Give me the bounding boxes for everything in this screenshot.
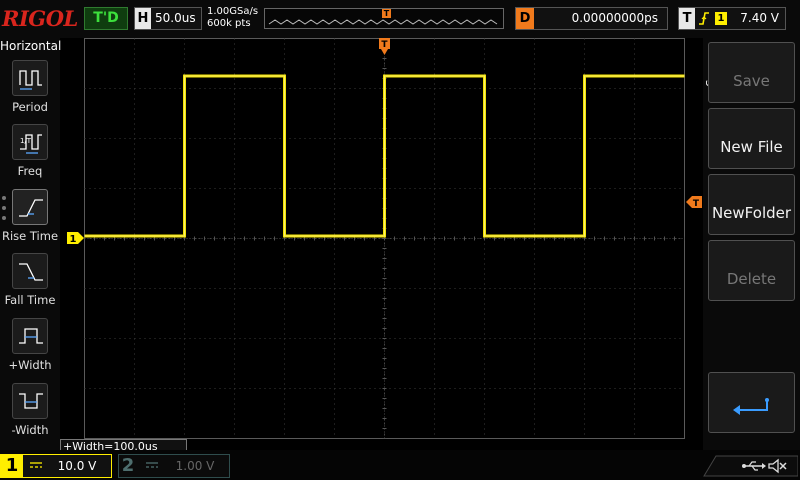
trigger-source-badge: 1 (715, 12, 727, 25)
rigol-logo: RIGOL (2, 6, 78, 31)
delete-button[interactable]: Delete (708, 240, 795, 301)
save-menu: Save Save New File NewFolder Delete (703, 38, 800, 450)
freq-icon-box: 1/T (12, 124, 48, 160)
dc-coupling-icon (146, 462, 158, 468)
measure-negative-width-label: -Width (11, 423, 49, 437)
system-status-icons (703, 455, 798, 477)
fall-time-icon (19, 263, 43, 281)
trigger-position-marker[interactable]: T (379, 38, 390, 56)
rising-edge-trigger-icon (699, 12, 709, 25)
trigger-setting-box[interactable]: T 1 7.40 V (678, 7, 786, 30)
measure-fall-time-label: Fall Time (4, 293, 56, 307)
measure-period-label: Period (12, 100, 48, 114)
top-status-bar: RIGOL T'D H 50.0us 1.00GSa/s 600k pts T … (0, 0, 800, 38)
delay-value: 0.00000000ps (571, 11, 658, 25)
enter-icon (733, 398, 769, 415)
ch1-scale: 10.0 V (57, 459, 97, 473)
ch2-tab[interactable]: 2 1.00 V (118, 454, 230, 478)
measure-freq-label: Freq (17, 164, 43, 178)
measure-positive-width-button[interactable]: +Width (0, 314, 60, 378)
menu-page-indicator (2, 196, 7, 226)
negative-width-icon (19, 393, 43, 409)
timebase-value: 50.0us (155, 11, 196, 25)
ch2-scale: 1.00 V (175, 459, 215, 473)
measure-freq-button[interactable]: 1/T Freq (0, 120, 60, 184)
positive-width-icon (19, 328, 43, 344)
trigger-level-marker-label: T (693, 199, 700, 208)
new-folder-button-label: NewFolder (711, 204, 792, 222)
measure-rise-time-button[interactable]: Rise Time (0, 185, 60, 249)
horizontal-label: H (135, 8, 151, 29)
period-icon-box (12, 60, 48, 96)
save-button[interactable]: Save (708, 42, 795, 103)
measure-fall-time-button[interactable]: Fall Time (0, 249, 60, 313)
memory-overview-bar[interactable]: T (264, 8, 504, 29)
measure-menu: Horizontal Period 1/T Freq Rise Time Fal… (0, 38, 62, 450)
rise-time-icon-box (12, 189, 48, 225)
page-dot (2, 206, 6, 210)
trigger-delay-box[interactable]: D 0.00000000ps (515, 7, 668, 30)
trigger-label: T (679, 8, 695, 29)
fall-time-icon-box (12, 253, 48, 289)
measure-negative-width-button[interactable]: -Width (0, 379, 60, 443)
measure-menu-title: Horizontal (0, 39, 62, 53)
channel-status-bar: 1 10.0 V 2 1.00 V (0, 450, 800, 480)
negative-width-icon-box (12, 383, 48, 419)
page-dot (2, 196, 6, 200)
new-file-button-label: New File (720, 138, 783, 156)
page-dot (2, 216, 6, 220)
delay-label: D (516, 8, 534, 29)
svg-text:1/T: 1/T (20, 137, 32, 145)
freq-icon: 1/T (20, 134, 42, 154)
measure-rise-time-label: Rise Time (1, 229, 59, 243)
trigger-level-marker[interactable]: T (686, 196, 702, 208)
new-file-button[interactable]: New File (708, 108, 795, 169)
run-status-badge[interactable]: T'D (84, 7, 128, 30)
memory-depth: 600k pts (207, 18, 251, 29)
measure-positive-width-label: +Width (8, 358, 52, 372)
delete-button-label: Delete (726, 270, 777, 288)
ch1-offset-marker-label: 1 (70, 234, 77, 244)
period-icon (19, 70, 42, 90)
memory-trigger-position-marker: T (382, 9, 391, 18)
new-folder-button[interactable]: NewFolder (708, 174, 795, 235)
enter-button[interactable] (708, 372, 795, 433)
trigger-position-marker-label: T (381, 40, 388, 50)
dc-coupling-icon (30, 462, 42, 468)
sample-rate: 1.00GSa/s (207, 6, 259, 17)
save-button-label: Save (733, 72, 770, 90)
timebase-box[interactable]: H 50.0us (134, 7, 202, 30)
ch1-number: 1 (1, 455, 23, 477)
rise-time-icon (19, 199, 43, 217)
positive-width-icon-box (12, 318, 48, 354)
waveform-display[interactable] (84, 38, 686, 439)
acquisition-info: 1.00GSa/s 600k pts (207, 6, 267, 32)
ch2-number: 2 (121, 455, 135, 476)
trigger-level-value: 7.40 V (740, 11, 779, 25)
measure-period-button[interactable]: Period (0, 56, 60, 120)
ch1-tab[interactable]: 1 10.0 V (0, 454, 112, 478)
ch1-offset-marker[interactable]: 1 (67, 232, 84, 244)
